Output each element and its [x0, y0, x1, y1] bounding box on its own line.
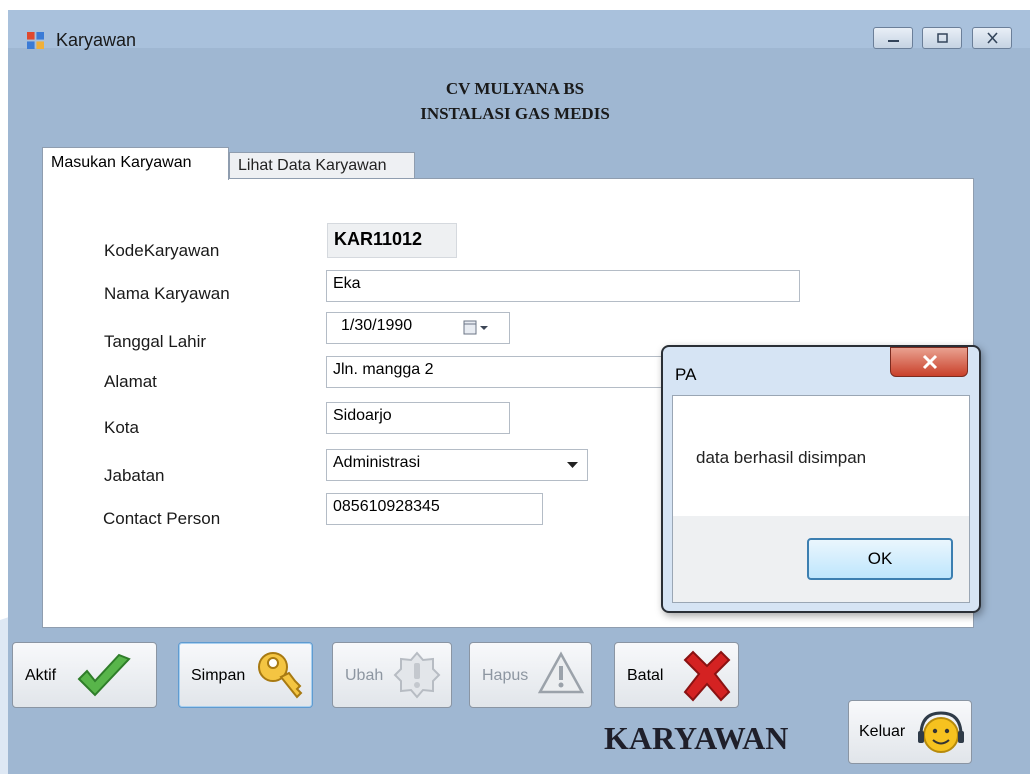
label-jabatan: Jabatan: [104, 466, 165, 485]
chevron-down-icon: [567, 462, 578, 468]
calendar-dropdown-icon[interactable]: [463, 320, 491, 336]
key-icon: [258, 652, 303, 699]
alamat-input[interactable]: Jln. mangga 2: [326, 356, 666, 388]
headset-smiley-icon: [918, 711, 964, 753]
label-contact-person: Contact Person: [103, 509, 221, 528]
aktif-button-label: Aktif: [25, 667, 57, 684]
ubah-button[interactable]: Ubah: [332, 642, 452, 708]
minimize-icon: [888, 40, 899, 42]
jabatan-value: Administrasi: [333, 454, 421, 471]
close-icon: [922, 354, 938, 370]
jabatan-select[interactable]: Administrasi: [326, 449, 588, 481]
app-form-icon: [27, 32, 44, 49]
kota-input[interactable]: Sidoarjo: [326, 402, 510, 434]
contact-person-input[interactable]: 085610928345: [326, 493, 543, 525]
message-dialog: PA data berhasil disimpan OK: [661, 345, 981, 613]
nama-karyawan-input[interactable]: Eka: [326, 270, 800, 302]
kode-karyawan-value: KAR11012: [327, 223, 457, 258]
warning-triangle-icon: [538, 651, 584, 694]
checkmark-icon: [77, 653, 131, 697]
red-x-icon: [683, 650, 731, 702]
company-subtitle: INSTALASI GAS MEDIS: [420, 104, 610, 123]
tab-lihat-data-karyawan[interactable]: Lihat Data Karyawan: [229, 152, 415, 179]
ubah-button-label: Ubah: [345, 667, 384, 684]
window-title: Karyawan: [56, 30, 137, 50]
tanggal-lahir-picker[interactable]: 1/30/1990: [326, 312, 510, 344]
simpan-button-label: Simpan: [191, 667, 246, 684]
label-tanggal-lahir: Tanggal Lahir: [104, 332, 207, 351]
hapus-button[interactable]: Hapus: [469, 642, 592, 708]
label-nama-karyawan: Nama Karyawan: [104, 284, 230, 303]
minimize-button[interactable]: [873, 27, 913, 49]
close-window-button[interactable]: [972, 27, 1012, 49]
aktif-button[interactable]: Aktif: [12, 642, 157, 708]
keluar-button-label: Keluar: [859, 723, 906, 740]
batal-button[interactable]: Batal: [614, 642, 739, 708]
batal-button-label: Batal: [627, 667, 664, 684]
label-alamat: Alamat: [104, 372, 157, 391]
company-name: CV MULYANA BS: [445, 79, 585, 98]
restore-icon: [937, 33, 948, 43]
close-icon: [987, 32, 998, 44]
alert-badge-icon: [393, 651, 441, 699]
label-kota: Kota: [104, 418, 139, 437]
simpan-button[interactable]: Simpan: [178, 642, 313, 708]
footer-title: KARYAWAN: [604, 720, 789, 756]
dialog-close-button[interactable]: [890, 347, 968, 377]
maximize-button[interactable]: [922, 27, 962, 49]
dialog-body: data berhasil disimpan OK: [672, 395, 970, 603]
dialog-message: data berhasil disimpan: [696, 448, 867, 467]
ok-button[interactable]: OK: [807, 538, 953, 580]
hapus-button-label: Hapus: [482, 667, 529, 684]
dialog-title: PA: [675, 365, 697, 384]
tab-masukan-karyawan[interactable]: Masukan Karyawan: [42, 147, 229, 180]
keluar-button[interactable]: Keluar: [848, 700, 972, 764]
tanggal-lahir-value: 1/30/1990: [341, 317, 413, 334]
label-kode-karyawan: KodeKaryawan: [104, 241, 220, 260]
